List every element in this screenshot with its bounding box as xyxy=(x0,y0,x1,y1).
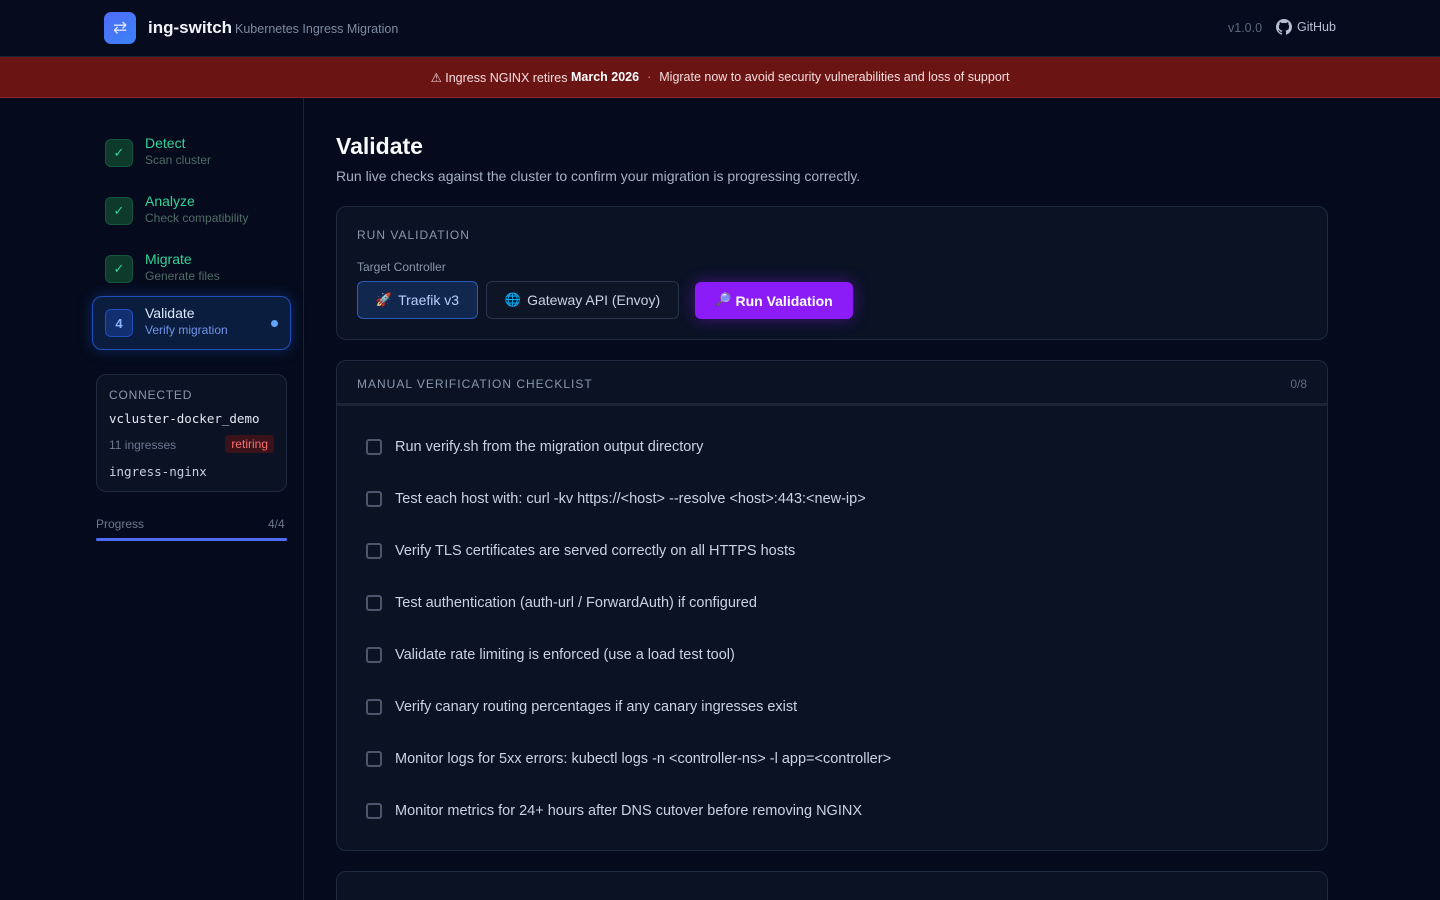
status-badge: retiring xyxy=(225,435,274,453)
checkbox[interactable] xyxy=(366,595,382,611)
banner-prefix: ⚠ Ingress NGINX retires xyxy=(430,70,571,85)
retirement-banner: ⚠ Ingress NGINX retires March 2026 · Mig… xyxy=(0,57,1440,98)
progress-fill xyxy=(96,538,287,541)
checklist-item[interactable]: Validate rate limiting is enforced (use … xyxy=(366,645,735,665)
check-icon: ✓ xyxy=(105,197,133,225)
github-label: GitHub xyxy=(1297,20,1336,34)
magnifier-icon: 🔎 xyxy=(715,293,732,308)
checklist-item[interactable]: Verify TLS certificates are served corre… xyxy=(366,541,795,561)
step-description: Check compatibility xyxy=(145,211,249,225)
checklist-item[interactable]: Monitor logs for 5xx errors: kubectl log… xyxy=(366,749,891,769)
ingress-count: 11 ingresses xyxy=(109,438,177,452)
banner-message: Migrate now to avoid security vulnerabil… xyxy=(659,70,1010,84)
step-title: Analyze xyxy=(145,193,195,209)
sidebar-step-analyze[interactable]: ✓ Analyze Check compatibility xyxy=(92,184,291,238)
checklist-item-text: Verify canary routing percentages if any… xyxy=(395,699,798,715)
target-controller-label: Target Controller xyxy=(357,260,446,274)
sidebar-step-validate[interactable]: 4 Validate Verify migration xyxy=(92,296,291,350)
controller-option-gateway-api[interactable]: 🌐 Gateway API (Envoy) xyxy=(486,281,679,319)
switch-logo-icon[interactable]: ⇄ xyxy=(104,12,136,44)
run-validation-button[interactable]: 🔎 Run Validation xyxy=(695,282,853,319)
progress-label: Progress xyxy=(96,517,145,531)
checklist-card: MANUAL VERIFICATION CHECKLIST 0/8 Run ve… xyxy=(336,360,1328,851)
checkbox[interactable] xyxy=(366,699,382,715)
version-label: v1.0.0 xyxy=(1228,21,1263,35)
step-title: Detect xyxy=(145,135,186,151)
checklist-header: MANUAL VERIFICATION CHECKLIST 0/8 xyxy=(337,361,1327,406)
sidebar-step-migrate[interactable]: ✓ Migrate Generate files xyxy=(92,242,291,296)
sidebar-step-detect[interactable]: ✓ Detect Scan cluster xyxy=(92,126,291,180)
checklist-item[interactable]: Test authentication (auth-url / ForwardA… xyxy=(366,593,757,613)
check-icon: ✓ xyxy=(105,139,133,167)
controller-name: ingress-nginx xyxy=(109,464,207,479)
checkbox[interactable] xyxy=(366,439,382,455)
page-subtitle: Run live checks against the cluster to c… xyxy=(336,168,861,184)
page-title: Validate xyxy=(336,133,423,159)
active-dot-icon xyxy=(271,320,278,327)
banner-separator: · xyxy=(647,70,652,84)
check-icon: ✓ xyxy=(105,255,133,283)
connection-label: CONNECTED xyxy=(109,388,193,402)
top-bar: ⇄ ing-switch Kubernetes Ingress Migratio… xyxy=(0,0,1440,57)
checkbox[interactable] xyxy=(366,491,382,507)
controller-option-traefik[interactable]: 🚀 Traefik v3 xyxy=(357,281,478,319)
progress-bar xyxy=(96,538,287,541)
step-description: Generate files xyxy=(145,269,220,283)
banner-date: March 2026 xyxy=(570,70,640,84)
checklist-item-text: Monitor logs for 5xx errors: kubectl log… xyxy=(395,751,892,767)
rocket-icon: 🚀 xyxy=(375,292,393,308)
sidebar: ✓ Detect Scan cluster ✓ Analyze Check co… xyxy=(0,98,304,900)
progress-count: 4/4 xyxy=(268,517,285,531)
checkbox[interactable] xyxy=(366,543,382,559)
checklist-count: 0/8 xyxy=(1290,377,1307,391)
app-name[interactable]: ing-switch xyxy=(148,18,232,38)
step-title: Validate xyxy=(145,305,195,321)
run-validation-label: Run Validation xyxy=(735,292,833,309)
cluster-name: vcluster-docker_demo xyxy=(109,411,260,426)
checkbox[interactable] xyxy=(366,803,382,819)
checklist-item-text: Test authentication (auth-url / ForwardA… xyxy=(395,595,757,611)
option-label: Gateway API (Envoy) xyxy=(527,292,661,308)
checklist-item-text: Validate rate limiting is enforced (use … xyxy=(395,647,735,663)
connection-card: CONNECTED vcluster-docker_demo 11 ingres… xyxy=(96,374,287,492)
checkbox[interactable] xyxy=(366,647,382,663)
globe-icon: 🌐 xyxy=(504,292,522,308)
checklist-item[interactable]: Test each host with: curl -kv https://<h… xyxy=(366,489,866,509)
checklist-item-text: Verify TLS certificates are served corre… xyxy=(395,543,796,559)
checklist-item-text: Run verify.sh from the migration output … xyxy=(395,439,704,455)
github-icon xyxy=(1276,19,1292,35)
card-heading: RUN VALIDATION xyxy=(357,228,470,242)
step-description: Scan cluster xyxy=(145,153,212,167)
github-link[interactable]: GitHub xyxy=(1276,19,1336,35)
option-label: Traefik v3 xyxy=(398,292,460,308)
checklist-item[interactable]: Monitor metrics for 24+ hours after DNS … xyxy=(366,801,862,821)
app-subtitle: Kubernetes Ingress Migration xyxy=(235,22,399,36)
step-number-badge: 4 xyxy=(105,309,133,337)
checkbox[interactable] xyxy=(366,751,382,767)
checklist-item[interactable]: Run verify.sh from the migration output … xyxy=(366,437,703,457)
checklist-item[interactable]: Verify canary routing percentages if any… xyxy=(366,697,797,717)
checklist-item-text: Monitor metrics for 24+ hours after DNS … xyxy=(395,803,862,819)
next-card xyxy=(336,871,1328,900)
step-title: Migrate xyxy=(145,251,192,267)
card-heading: MANUAL VERIFICATION CHECKLIST xyxy=(357,377,593,391)
checklist-item-text: Test each host with: curl -kv https://<h… xyxy=(395,491,866,507)
step-description: Verify migration xyxy=(145,323,228,337)
run-validation-card: RUN VALIDATION Target Controller 🚀 Traef… xyxy=(336,206,1328,340)
